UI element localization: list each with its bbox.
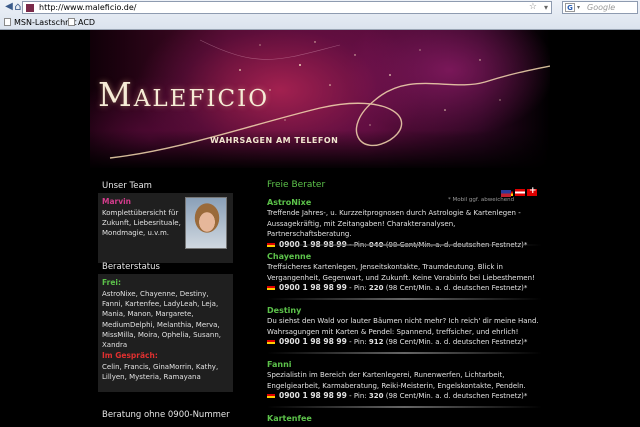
- bookmarks-bar: MSN-Lastschrift ACD: [0, 16, 640, 29]
- google-icon[interactable]: G: [565, 3, 575, 12]
- url-text: http://www.maleficio.de/: [39, 3, 137, 12]
- berater-description: Du siehst den Wald vor lauter Bäumen nic…: [267, 317, 539, 336]
- free-list[interactable]: AstroNixe, Chayenne, Destiny, Fanni, Kar…: [102, 289, 230, 350]
- berater-description: Treffende Jahres-, u. Kurzzeitprognosen …: [267, 209, 521, 238]
- berater-name[interactable]: AstroNixe: [267, 198, 542, 207]
- berater-phone-line: 0900 1 98 98 99 - Pin: 220 (98 Cent/Min.…: [267, 283, 542, 294]
- consult-heading: Beratung ohne 0900-Nummer: [102, 410, 230, 420]
- address-bar[interactable]: http://www.maleficio.de/ ☆ ▾: [22, 1, 552, 14]
- pin-number: 912: [368, 338, 384, 346]
- phone-number[interactable]: 0900 1 98 98 99: [279, 391, 347, 400]
- divider: [267, 298, 542, 300]
- search-engine-dropdown-icon[interactable]: ▾: [577, 2, 580, 13]
- site-favicon-icon: [26, 4, 34, 12]
- berater-entry: Chayenne Treffsicheres Kartenlegen, Jens…: [267, 252, 542, 294]
- berater-name[interactable]: Kartenfee: [267, 414, 542, 423]
- berater-entry: Kartenfee: [267, 414, 542, 423]
- berater-name[interactable]: Destiny: [267, 306, 542, 315]
- pin-number: 320: [368, 392, 384, 400]
- team-member-name[interactable]: Marvin: [102, 197, 131, 206]
- bookmark-msn-lastschrift[interactable]: MSN-Lastschrift: [4, 16, 76, 29]
- price-note: (98 Cent/Min. a. d. deutschen Festnetz)*: [383, 338, 528, 346]
- berater-name[interactable]: Chayenne: [267, 252, 542, 261]
- berater-entry: AstroNixe Treffende Jahres-, u. Kurzzeit…: [267, 198, 542, 250]
- berater-name[interactable]: Fanni: [267, 360, 542, 369]
- page-icon: [4, 18, 11, 26]
- berater-entry: Destiny Du siehst den Wald vor lauter Bä…: [267, 306, 542, 348]
- flag-germany-icon: [267, 338, 275, 344]
- divider: [267, 406, 542, 408]
- flag-switzerland-icon[interactable]: [527, 186, 537, 196]
- berater-description: Treffsicheres Kartenlegen, Jenseitskonta…: [267, 263, 535, 282]
- browser-chrome: ◀ ⌂ http://www.maleficio.de/ ☆ ▾ G ▾ Goo…: [0, 0, 640, 30]
- team-heading: Unser Team: [102, 181, 152, 191]
- berater-entry: Fanni Spezialistin im Bereich der Karten…: [267, 360, 542, 402]
- site-logo[interactable]: Maleficio: [98, 75, 269, 114]
- page-icon: [68, 18, 75, 26]
- price-note: (98 Cent/Min. a. d. deutschen Festnetz)*: [383, 284, 528, 292]
- team-member-photo[interactable]: [185, 197, 227, 249]
- tagline: WAHRSAGEN AM TELEFON: [210, 136, 339, 145]
- berater-description: Spezialistin im Bereich der Kartenlegere…: [267, 371, 526, 390]
- divider: [267, 352, 542, 354]
- team-member-text: Komplettübersicht für Zukunft, Liebesrit…: [102, 209, 181, 237]
- berater-phone-line: 0900 1 98 98 99 - Pin: 912 (98 Cent/Min.…: [267, 337, 542, 348]
- berater-phone-line: 0900 1 98 98 99 - Pin: 320 (98 Cent/Min.…: [267, 391, 542, 402]
- web-page: Maleficio WAHRSAGEN AM TELEFON Unser Tea…: [0, 30, 640, 427]
- bookmark-acd[interactable]: ACD: [68, 16, 95, 29]
- flag-austria-icon[interactable]: [515, 189, 525, 196]
- url-dropdown-icon[interactable]: ▾: [544, 2, 548, 13]
- team-box: Marvin Komplettübersicht für Zukunft, Li…: [98, 193, 233, 263]
- navigation-bar: ◀ ⌂ http://www.maleficio.de/ ☆ ▾ G ▾ Goo…: [0, 0, 640, 15]
- status-box: Frei: AstroNixe, Chayenne, Destiny, Fann…: [98, 274, 233, 392]
- phone-number[interactable]: 0900 1 98 98 99: [279, 337, 347, 346]
- main-heading: Freie Berater: [267, 180, 326, 190]
- divider: [267, 244, 542, 246]
- status-heading: Beraterstatus: [102, 262, 160, 272]
- busy-list[interactable]: Celin, Francis, GinaMorrin, Kathy, Lilly…: [102, 362, 230, 382]
- bookmark-star-icon[interactable]: ☆: [529, 2, 537, 13]
- free-label: Frei:: [102, 278, 121, 287]
- flag-germany-icon: [267, 284, 275, 290]
- pin-number: 220: [368, 284, 384, 292]
- flag-germany-icon: [267, 392, 275, 398]
- phone-number[interactable]: 0900 1 98 98 99: [279, 283, 347, 292]
- price-note: (98 Cent/Min. a. d. deutschen Festnetz)*: [383, 392, 528, 400]
- busy-label: Im Gespräch:: [102, 351, 158, 360]
- search-input[interactable]: G ▾ Google: [562, 1, 638, 14]
- flag-small-icon[interactable]: [501, 190, 511, 197]
- search-placeholder: Google: [587, 3, 616, 12]
